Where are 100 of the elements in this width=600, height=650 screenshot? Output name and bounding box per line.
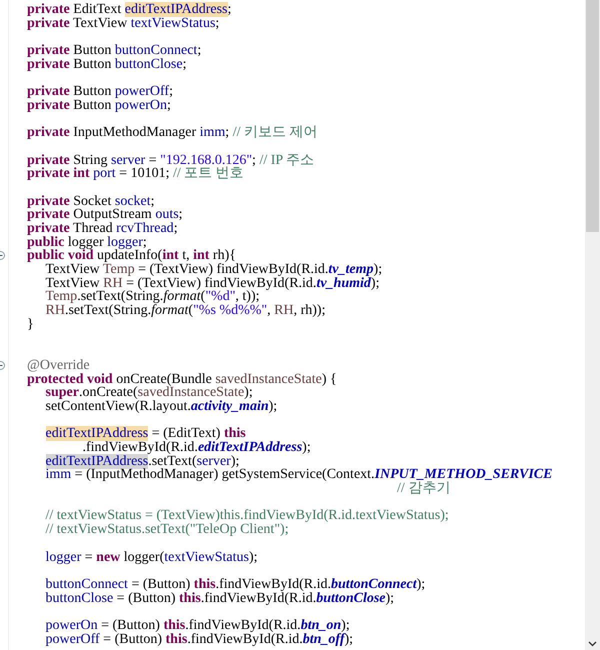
field-name: logger [107, 234, 143, 250]
code-text: Thread [72, 221, 114, 236]
code-text: = (Button) [116, 590, 176, 606]
code-text: .setText( [148, 454, 197, 469]
variable-name: savedInstanceState [215, 372, 322, 387]
code-text: logger [68, 234, 104, 250]
code-text: String [72, 152, 108, 168]
code-text: .findViewById(R.id. [82, 440, 198, 455]
resource-id: btn_on [300, 618, 342, 633]
code-text: ); [374, 262, 382, 278]
code-text: ; [150, 194, 155, 209]
field-name: socket [114, 194, 151, 209]
code-text: EditText [72, 2, 122, 17]
field-name: server [111, 152, 146, 168]
field-name: powerOff [46, 632, 100, 647]
keyword: new [96, 550, 120, 564]
keyword: private [27, 16, 70, 31]
code-text: Button [72, 56, 112, 72]
code-text: = [84, 550, 94, 564]
code-text: ( [200, 289, 206, 304]
code-text: ); [416, 576, 426, 592]
keyword: private int [27, 166, 90, 182]
code-text: = (Button) [102, 632, 164, 647]
keyword: private [27, 221, 70, 236]
code-text: setContentView(R.layout. [46, 398, 191, 414]
code-text: , [267, 303, 272, 318]
keyword: this [163, 618, 186, 633]
code-text: InputMethodManager [72, 125, 198, 140]
resource-id: btn_off [302, 632, 344, 647]
code-text: TextView [46, 276, 100, 291]
field-name: editTextIPAddress [46, 426, 148, 442]
resource-id: buttonConnect [331, 576, 417, 592]
code-text: Button [72, 84, 112, 100]
keyword: private [27, 125, 70, 140]
method-name: format [151, 303, 188, 318]
string-literal: "%s %d%%" [193, 303, 268, 318]
keyword: this [224, 426, 246, 442]
field-name: buttonClose [46, 590, 114, 606]
field-name: powerOff [114, 84, 170, 100]
scroll-down-icon[interactable] [588, 641, 597, 647]
code-comment: // textViewStatus = (TextView)this.findViewById(R.id.textViewStatus); [46, 508, 449, 524]
code-text: ; [169, 84, 173, 100]
code-text: = (TextView) findViewById(R.id. [137, 262, 328, 278]
keyword: private [27, 43, 70, 58]
field-name: buttonClose [114, 56, 183, 72]
code-text: ; [167, 98, 171, 113]
keyword: int [162, 248, 179, 264]
code-text: ) { [322, 372, 337, 387]
code-text: Socket [72, 194, 112, 209]
code-text: , t)); [235, 289, 260, 304]
code-text: rh){ [212, 248, 236, 264]
code-text: .setText(String. [77, 289, 164, 304]
code-text: ); [248, 550, 258, 564]
code-text: ; [142, 234, 147, 250]
scrollbar-thumb[interactable] [586, 0, 599, 232]
field-name: logger [46, 550, 82, 564]
code-text: ); [244, 385, 253, 400]
code-text: ); [370, 276, 380, 291]
code-text: ); [268, 398, 278, 414]
code-comment: // textViewStatus.setText("TeleOp Client"); [46, 522, 289, 538]
code-text: = (EditText) [152, 426, 220, 442]
code-text: ; [182, 56, 186, 72]
keyword: protected void [27, 372, 113, 387]
code-text: ; [197, 43, 202, 58]
keyword: this [179, 590, 201, 606]
code-text: ; [215, 16, 220, 31]
code-text: .onCreate( [78, 385, 138, 400]
field-name: editTextIPAddress [124, 2, 228, 17]
code-text: .findViewById(R.id. [185, 618, 301, 633]
variable-name: savedInstanceState [138, 385, 244, 400]
code-text: t, [182, 248, 190, 264]
code-text: updateInfo( [97, 248, 162, 264]
scrollbar[interactable] [585, 0, 600, 650]
field-name: powerOn [46, 618, 98, 633]
field-name: powerOn [114, 98, 167, 113]
code-comment: // IP 주소 [259, 152, 314, 168]
field-name: imm [46, 467, 72, 482]
code-text: = (InputMethodManager) getSystemService(Context. [74, 467, 375, 482]
keyword: super [46, 385, 79, 400]
code-text: = [148, 152, 157, 168]
keyword: int [193, 248, 210, 264]
code-text: .setText(String. [64, 303, 152, 318]
method-name: format [163, 289, 201, 304]
resource-id: tv_temp [328, 262, 374, 278]
resource-id: activity_main [190, 398, 269, 414]
field-name: buttonConnect [46, 576, 128, 592]
resource-id: buttonClose [316, 590, 386, 606]
code-text: TextView [46, 262, 101, 278]
variable-name: Temp [102, 262, 135, 278]
field-name: textViewStatus [130, 16, 216, 31]
keyword: this [166, 632, 188, 647]
field-name: port [93, 166, 116, 182]
code-text: ( [188, 303, 194, 318]
code-text: ); [386, 590, 394, 606]
code-text: = 10101; [118, 166, 170, 182]
field-name: rcvThread [116, 221, 174, 236]
keyword: private [27, 2, 70, 17]
keyword: private [27, 152, 70, 168]
code-comment: // 키보드 제어 [232, 125, 318, 140]
keyword: private [27, 207, 70, 222]
